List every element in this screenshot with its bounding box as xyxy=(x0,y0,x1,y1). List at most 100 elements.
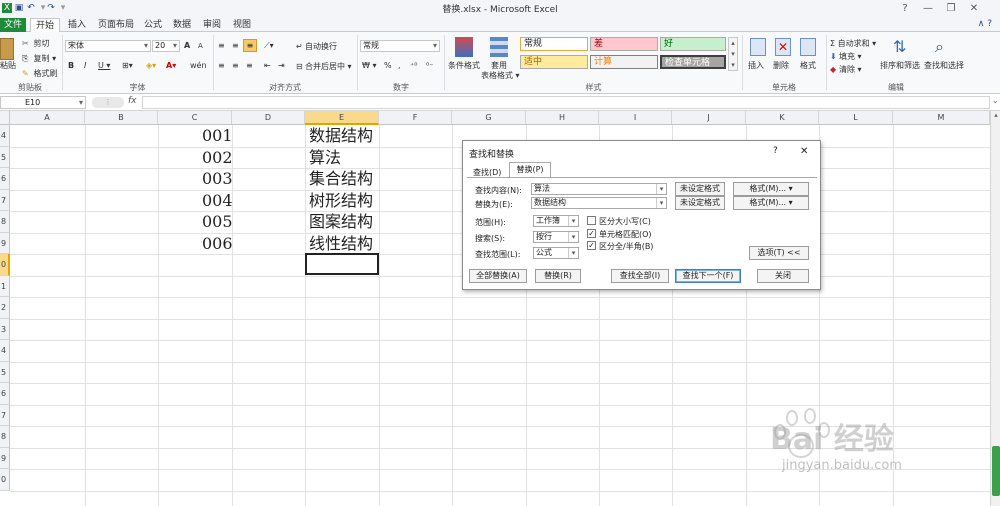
percent-button[interactable]: % xyxy=(384,61,392,70)
row-header[interactable]: 0 xyxy=(0,469,10,491)
formula-input[interactable] xyxy=(142,96,990,109)
formula-bar-handle-icon[interactable]: ⋮ xyxy=(92,97,124,108)
style-check-cell[interactable]: 检查单元格 xyxy=(660,55,726,69)
table-format-icon[interactable] xyxy=(490,37,508,57)
align-right-icon[interactable]: ≡ xyxy=(246,61,253,70)
column-header-a[interactable]: A xyxy=(10,111,85,125)
format-cells-icon[interactable] xyxy=(800,38,816,56)
copy-button[interactable]: ⎘ 复制 ▾ xyxy=(22,53,56,64)
cell-e[interactable]: 线性结构 xyxy=(309,233,373,254)
column-header-h[interactable]: H xyxy=(526,111,599,125)
tab-page-layout[interactable]: 页面布局 xyxy=(94,18,138,32)
font-size-select[interactable]: 20 ▾ xyxy=(152,40,180,52)
grow-font-button[interactable]: A xyxy=(184,41,190,50)
tab-data[interactable]: 数据 xyxy=(170,18,194,32)
expand-formula-icon[interactable]: ⌄ xyxy=(992,96,999,105)
format-button[interactable]: 格式 xyxy=(800,60,816,71)
format-painter-button[interactable]: ✎ 格式刷 xyxy=(22,68,58,79)
delete-button[interactable]: 删除 xyxy=(773,60,789,71)
minimize-button[interactable]: — xyxy=(918,2,938,15)
column-header-i[interactable]: I xyxy=(599,111,672,125)
clear-button[interactable]: ◆ 清除 ▾ xyxy=(830,64,862,75)
autosum-button[interactable]: Σ 自动求和 ▾ xyxy=(830,38,876,49)
cell-e[interactable]: 图案结构 xyxy=(309,211,373,232)
replace-input[interactable]: 数据结构 ▾ xyxy=(531,197,667,209)
cell-c[interactable]: 002 xyxy=(202,147,233,168)
column-header-j[interactable]: J xyxy=(672,111,746,125)
shrink-font-button[interactable]: A xyxy=(198,42,203,50)
decrease-decimal-icon[interactable]: ⁰⁻ xyxy=(426,61,433,70)
match-width-checkbox[interactable]: ✓ xyxy=(587,241,596,250)
chevron-down-icon[interactable]: ▾ xyxy=(568,232,578,242)
cell-c[interactable]: 005 xyxy=(202,211,233,232)
replace-all-button[interactable]: 全部替换(A) xyxy=(469,269,527,283)
row-header[interactable]: 0 xyxy=(0,254,10,276)
row-header[interactable]: 7 xyxy=(0,404,10,426)
active-cell-e10[interactable] xyxy=(305,253,379,275)
find-format-button[interactable]: 格式(M)... ▾ xyxy=(733,182,809,196)
chevron-down-icon[interactable]: ▾ xyxy=(568,248,578,258)
options-button[interactable]: 选项(T) << xyxy=(749,246,809,260)
align-center-icon[interactable]: ≡ xyxy=(232,61,239,70)
conditional-format-icon[interactable] xyxy=(455,37,473,57)
style-neutral[interactable]: 适中 xyxy=(520,55,588,69)
row-header[interactable]: 9 xyxy=(0,447,10,469)
currency-button[interactable]: ₩ ▾ xyxy=(362,61,376,70)
dialog-help-icon[interactable]: ? xyxy=(773,146,778,156)
cell-e[interactable]: 树形结构 xyxy=(309,190,373,211)
select-all-corner[interactable] xyxy=(0,111,10,125)
phonetic-button[interactable]: wén xyxy=(190,61,207,70)
column-header-g[interactable]: G xyxy=(452,111,526,125)
row-header[interactable]: 4 xyxy=(0,125,10,147)
find-select-button[interactable]: 查找和选择 xyxy=(924,60,964,71)
name-box[interactable]: E10 ▾ xyxy=(0,96,86,109)
number-format-select[interactable]: 常规 ▾ xyxy=(360,40,440,52)
cell-e[interactable]: 数据结构 xyxy=(309,125,373,146)
dialog-close-icon[interactable]: ✕ xyxy=(800,146,808,157)
column-header-b[interactable]: B xyxy=(85,111,158,125)
row-header[interactable]: 8 xyxy=(0,211,10,233)
find-input[interactable]: 算法 ▾ xyxy=(531,183,667,195)
tab-file[interactable]: 文件 xyxy=(0,18,26,32)
insert-function-button[interactable]: fx xyxy=(128,96,137,106)
underline-button[interactable]: U ▾ xyxy=(98,61,110,70)
row-header[interactable]: 3 xyxy=(0,318,10,340)
row-header[interactable]: 2 xyxy=(0,297,10,319)
replace-button[interactable]: 替换(R) xyxy=(535,269,581,283)
match-case-checkbox[interactable] xyxy=(587,216,596,225)
row-header[interactable]: 8 xyxy=(0,426,10,448)
row-header[interactable]: 7 xyxy=(0,189,10,211)
fill-button[interactable]: ⬇ 填充 ▾ xyxy=(830,51,862,62)
increase-indent-icon[interactable]: ⇥ xyxy=(278,61,285,70)
ribbon-collapse-icon[interactable]: ∧ ? xyxy=(978,19,992,29)
align-top-icon[interactable]: ≡ xyxy=(218,41,225,50)
restore-button[interactable]: ❐ xyxy=(941,2,961,15)
find-all-button[interactable]: 查找全部(I) xyxy=(611,269,669,283)
comma-button[interactable]: , xyxy=(398,61,401,70)
tab-replace[interactable]: 替换(P) xyxy=(509,162,551,178)
column-header-d[interactable]: D xyxy=(232,111,305,125)
cell-c[interactable]: 003 xyxy=(202,168,233,189)
paste-icon[interactable] xyxy=(0,38,14,60)
row-header[interactable]: 9 xyxy=(0,232,10,254)
row-header[interactable]: 5 xyxy=(0,361,10,383)
sort-filter-button[interactable]: 排序和筛选 xyxy=(880,60,920,71)
scroll-thumb[interactable] xyxy=(992,446,1000,496)
border-icon[interactable]: ⊞▾ xyxy=(122,61,133,70)
fill-color-icon[interactable]: ◈▾ xyxy=(146,61,156,70)
tab-formulas[interactable]: 公式 xyxy=(142,18,164,32)
binoculars-icon[interactable]: ⌕ xyxy=(935,37,944,57)
cell-e[interactable]: 集合结构 xyxy=(309,168,373,189)
paste-button[interactable]: 粘贴 xyxy=(0,60,16,71)
help-icon[interactable]: ? xyxy=(895,2,915,15)
decrease-indent-icon[interactable]: ⇤ xyxy=(264,61,271,70)
column-header-f[interactable]: F xyxy=(379,111,452,125)
cell-c[interactable]: 006 xyxy=(202,233,233,254)
wrap-text-button[interactable]: ↵ 自动换行 xyxy=(296,41,337,52)
cell-c[interactable]: 004 xyxy=(202,190,233,211)
chevron-down-icon[interactable]: ▾ xyxy=(568,216,578,226)
orientation-icon[interactable]: ⟋▾ xyxy=(264,41,274,51)
delete-cells-icon[interactable]: ✕ xyxy=(775,38,791,56)
style-good[interactable]: 好 xyxy=(660,37,726,51)
style-normal[interactable]: 常规 xyxy=(520,37,588,51)
